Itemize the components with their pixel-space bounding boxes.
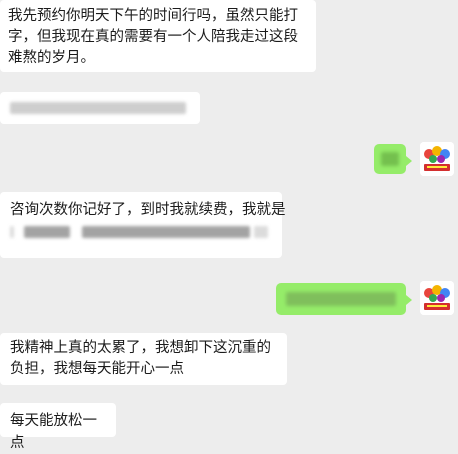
redacted-text	[381, 152, 399, 166]
logo-avatar-icon	[420, 281, 454, 315]
redacted-text	[10, 221, 272, 243]
incoming-message-redacted[interactable]	[0, 92, 200, 124]
message-text: 我精神上真的太累了，我想卸下这沉重的负担，我想每天能开心一点	[10, 340, 271, 377]
message-text: 每天能放松一点	[10, 413, 97, 451]
logo-avatar-icon	[420, 142, 454, 176]
chat-area[interactable]: 我先预约你明天下午的时间行吗，虽然只能打字，但我现在真的需要有一个人陪我走过这段…	[0, 0, 458, 451]
message-text: 咨询次数你记好了，到时我就续费，我就是	[10, 202, 286, 218]
incoming-message[interactable]: 每天能放松一点	[0, 403, 116, 451]
user-avatar[interactable]	[420, 281, 454, 315]
incoming-message[interactable]: 咨询次数你记好了，到时我就续费，我就是	[0, 192, 286, 258]
redacted-text	[286, 292, 396, 306]
outgoing-message-redacted[interactable]	[276, 283, 412, 315]
outgoing-message-redacted[interactable]	[374, 144, 412, 174]
message-text: 我先预约你明天下午的时间行吗，虽然只能打字，但我现在真的需要有一个人陪我走过这段…	[8, 8, 298, 66]
incoming-message[interactable]: 我精神上真的太累了，我想卸下这沉重的负担，我想每天能开心一点	[0, 333, 287, 385]
user-avatar[interactable]	[420, 142, 454, 176]
redacted-text	[10, 102, 186, 114]
incoming-message[interactable]: 我先预约你明天下午的时间行吗，虽然只能打字，但我现在真的需要有一个人陪我走过这段…	[0, 0, 316, 72]
